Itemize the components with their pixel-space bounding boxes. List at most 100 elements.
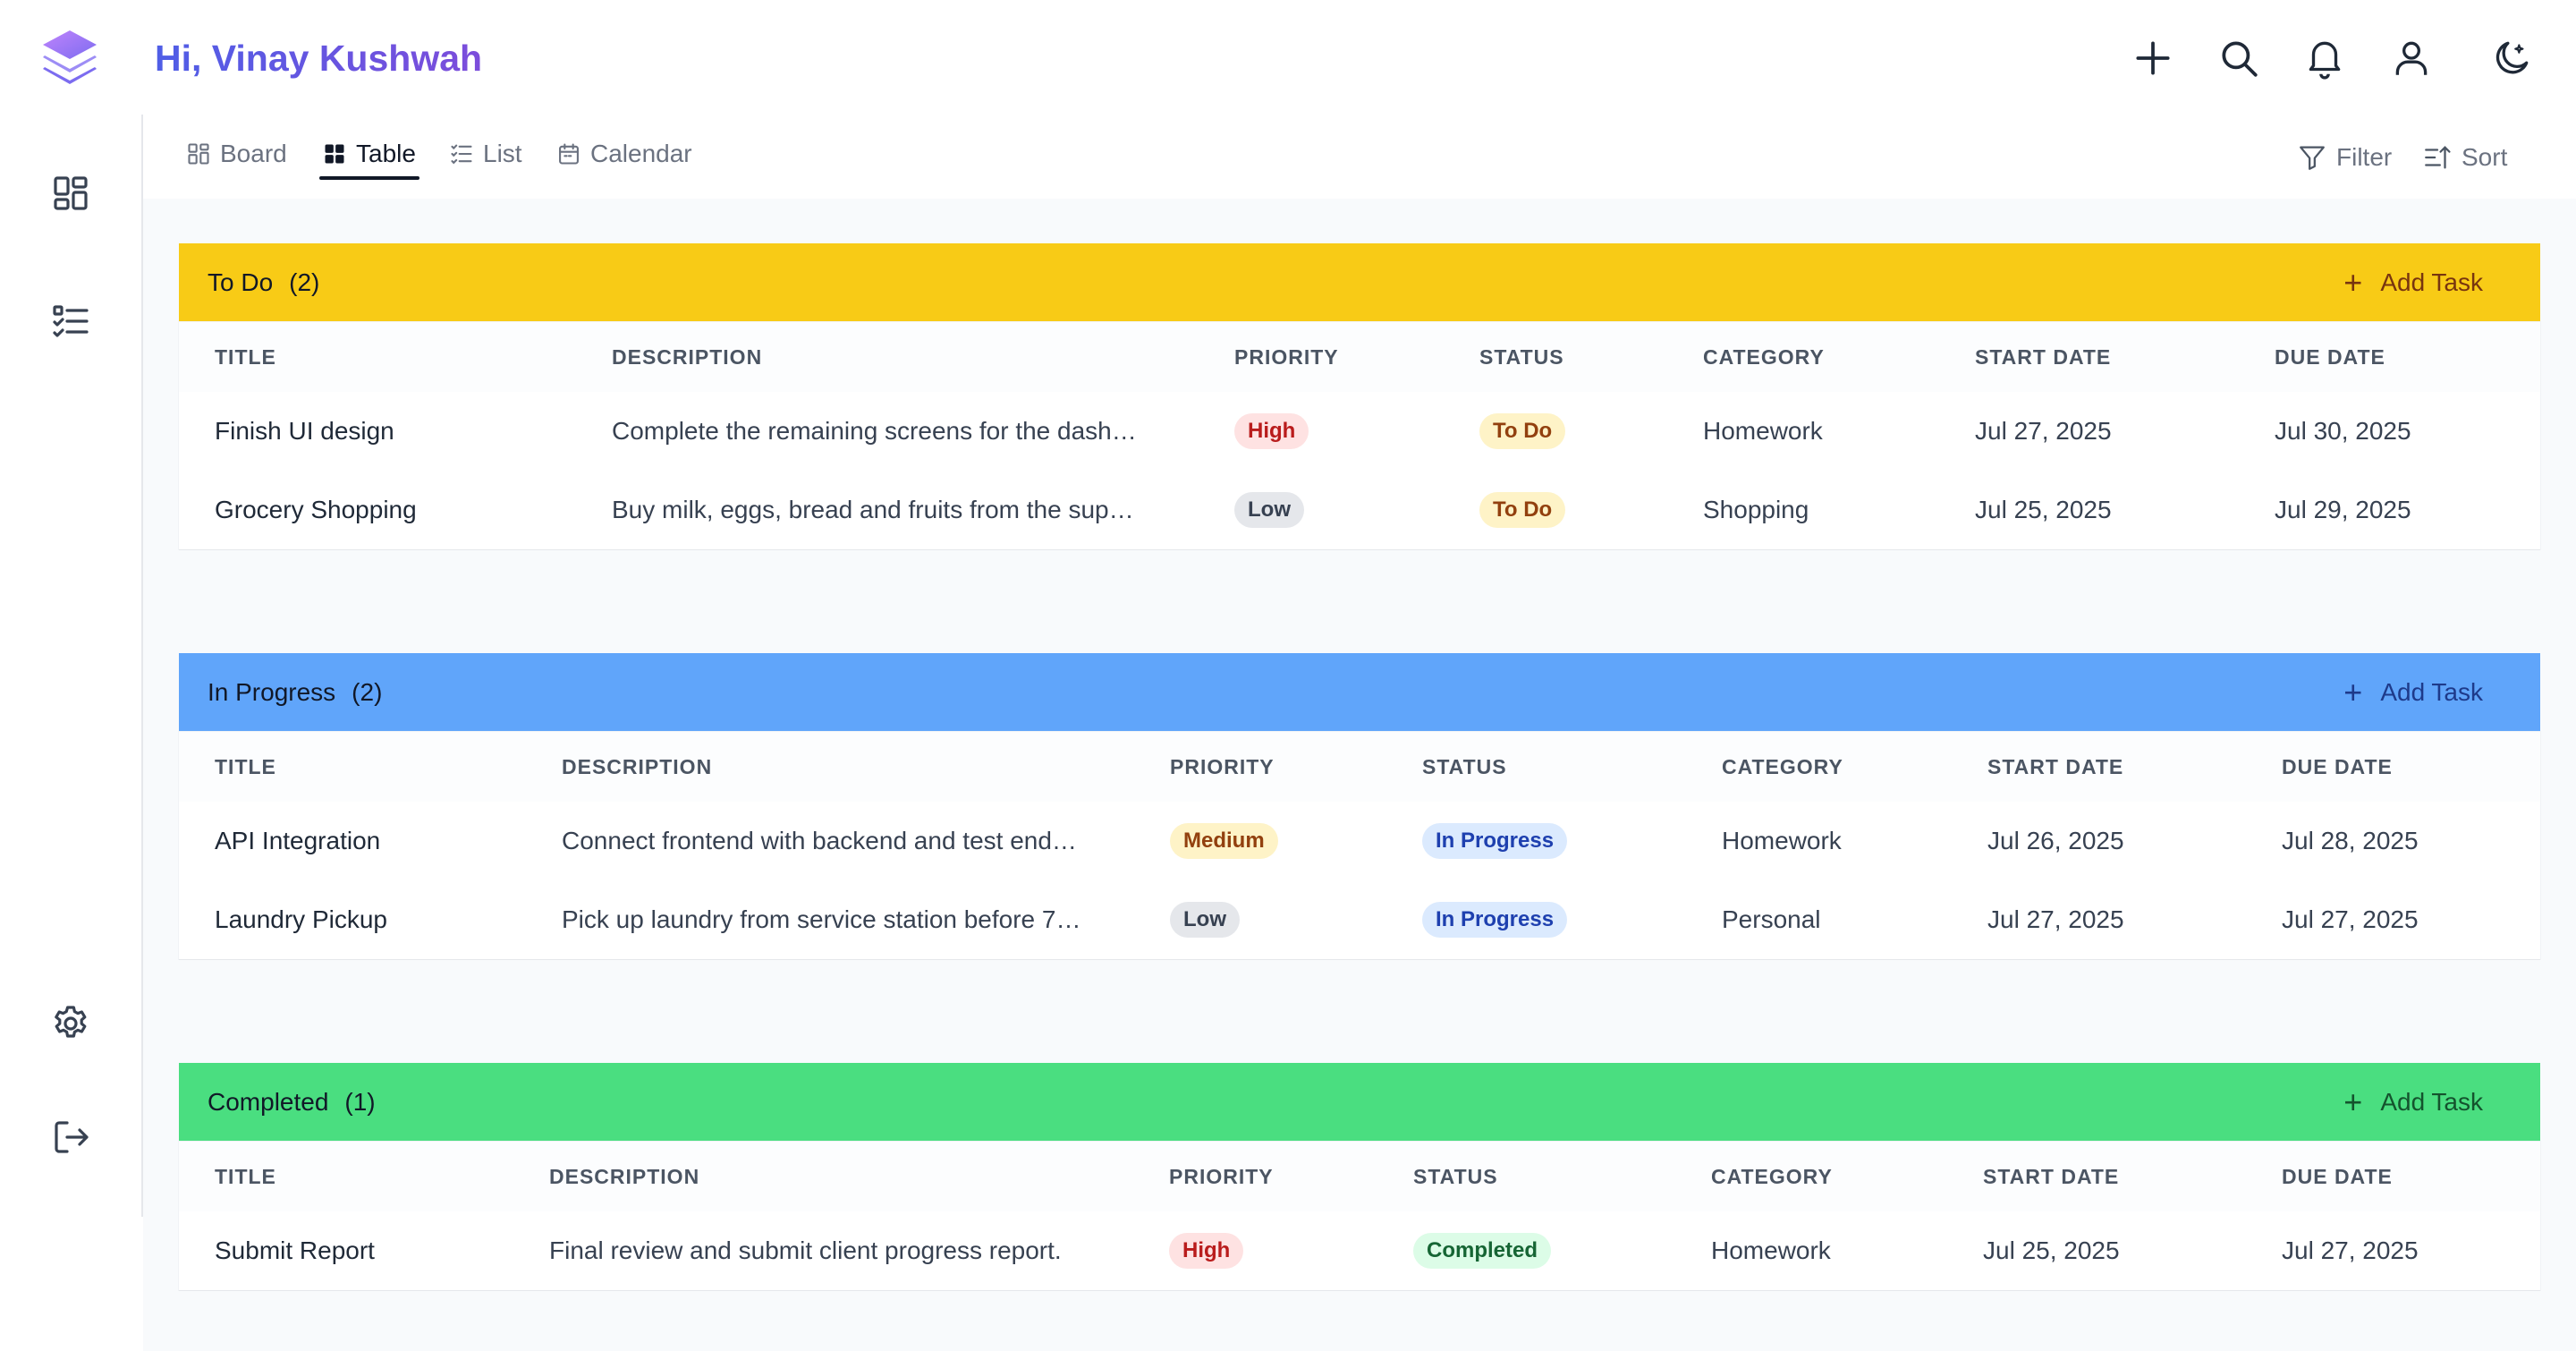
filter-button[interactable]: Filter: [2297, 140, 2392, 175]
column-header: CATEGORY: [1703, 344, 1825, 369]
greeting-title: Hi, Vinay Kushwah: [155, 38, 483, 79]
layers-logo-icon: [39, 27, 100, 89]
cell-category: Personal: [1722, 905, 1821, 933]
table-row[interactable]: API Integration Connect frontend with bac…: [179, 802, 2540, 880]
cell-category: Shopping: [1703, 496, 1809, 523]
group-name: Completed: [208, 1088, 329, 1116]
cell-priority: Low: [1170, 880, 1240, 959]
settings-gear-icon[interactable]: [49, 1002, 92, 1045]
column-header: DESCRIPTION: [612, 344, 763, 369]
cell-priority: Medium: [1170, 802, 1278, 880]
tab-board[interactable]: Board: [186, 127, 287, 181]
table-header-row: TITLE DESCRIPTION PRIORITY STATUS CATEGORY ST…: [179, 732, 2540, 802]
tab-list[interactable]: List: [449, 127, 522, 181]
table-header-row: TITLE DESCRIPTION PRIORITY STATUS CATEGORY ST…: [179, 1142, 2540, 1211]
column-header: PRIORITY: [1170, 754, 1275, 778]
cell-due-date: Jul 30, 2025: [2275, 417, 2411, 445]
task-table-to-do: TITLE DESCRIPTION PRIORITY STATUS CATEGORY ST…: [179, 322, 2540, 549]
cell-start-date: Jul 25, 2025: [1975, 496, 2112, 523]
logout-icon[interactable]: [49, 1116, 92, 1159]
user-icon[interactable]: [2389, 36, 2434, 81]
table-row[interactable]: Finish UI design Complete the remaining s…: [179, 392, 2540, 471]
column-header: STATUS: [1479, 344, 1564, 369]
tab-calendar-label: Calendar: [590, 140, 692, 167]
group-count: (1): [344, 1088, 376, 1116]
task-list-icon[interactable]: [49, 300, 92, 343]
column-header: PRIORITY: [1234, 344, 1339, 369]
tab-calendar[interactable]: Calendar: [556, 127, 692, 181]
dashboard-grid-icon[interactable]: [49, 172, 92, 215]
group-name: To Do: [208, 268, 274, 296]
table-row[interactable]: Submit Report Final review and submit cli…: [179, 1211, 2540, 1290]
bell-icon[interactable]: [2302, 36, 2347, 81]
column-header: CATEGORY: [1722, 754, 1843, 778]
priority-badge: Low: [1234, 492, 1304, 528]
status-badge: Completed: [1413, 1233, 1552, 1269]
column-header: TITLE: [215, 754, 276, 778]
filter-icon: [2300, 146, 2325, 170]
list-icon: [451, 144, 472, 165]
cell-category: Homework: [1703, 417, 1823, 445]
sort-button[interactable]: Sort: [2422, 140, 2507, 175]
cell-due-date: Jul 27, 2025: [2282, 905, 2419, 933]
plus-icon[interactable]: [2131, 36, 2175, 81]
cell-priority: High: [1234, 392, 1309, 471]
column-header: DESCRIPTION: [549, 1164, 700, 1188]
group-header-completed: Completed (1) + Add Task: [179, 1063, 2540, 1142]
add-task-button[interactable]: + Add Task: [2343, 243, 2483, 322]
group-header-in-progress: In Progress (2) + Add Task: [179, 653, 2540, 732]
cell-priority: Low: [1234, 471, 1304, 549]
plus-icon: +: [2343, 264, 2363, 301]
cell-status: Completed: [1413, 1211, 1552, 1290]
table-row[interactable]: Laundry Pickup Pick up laundry from servi…: [179, 880, 2540, 959]
cell-due-date: Jul 29, 2025: [2275, 496, 2411, 523]
add-task-label: Add Task: [2380, 678, 2483, 706]
moon-icon[interactable]: [2489, 36, 2534, 81]
column-header: START DATE: [1975, 344, 2112, 369]
add-task-label: Add Task: [2380, 1088, 2483, 1116]
cell-due-date: Jul 27, 2025: [2282, 1236, 2419, 1264]
cell-start-date: Jul 25, 2025: [1983, 1236, 2120, 1264]
tab-list-label: List: [483, 140, 522, 167]
group-header-to-do: To Do (2) + Add Task: [179, 243, 2540, 322]
priority-badge: Low: [1170, 902, 1240, 938]
sidebar: [0, 115, 143, 1217]
table-icon: [325, 144, 344, 164]
cell-status: In Progress: [1422, 802, 1568, 880]
cell-status: To Do: [1479, 392, 1566, 471]
column-header: START DATE: [1983, 1164, 2120, 1188]
top-bar: Hi, Vinay Kushwah: [0, 0, 2576, 115]
cell-description: Pick up laundry from service station bef…: [562, 905, 1081, 933]
cell-description: Buy milk, eggs, bread and fruits from th…: [612, 496, 1134, 523]
tab-table[interactable]: Table: [322, 127, 416, 181]
cell-priority: High: [1169, 1211, 1244, 1290]
add-task-button[interactable]: + Add Task: [2343, 1063, 2483, 1142]
column-header: PRIORITY: [1169, 1164, 1274, 1188]
column-header: CATEGORY: [1711, 1164, 1833, 1188]
plus-icon: +: [2343, 674, 2363, 710]
add-task-label: Add Task: [2380, 268, 2483, 296]
status-badge: In Progress: [1422, 823, 1568, 859]
cell-category: Homework: [1711, 1236, 1831, 1264]
column-header: DUE DATE: [2275, 344, 2385, 369]
column-header: TITLE: [215, 344, 276, 369]
tab-board-label: Board: [220, 140, 287, 167]
calendar-icon: [559, 143, 579, 165]
table-header-row: TITLE DESCRIPTION PRIORITY STATUS CATEGORY ST…: [179, 322, 2540, 392]
cell-title: Submit Report: [215, 1236, 375, 1264]
task-table-completed: TITLE DESCRIPTION PRIORITY STATUS CATEGORY ST…: [179, 1142, 2540, 1290]
column-header: START DATE: [1987, 754, 2124, 778]
plus-icon: +: [2343, 1083, 2363, 1120]
cell-title: API Integration: [215, 827, 381, 854]
add-task-button[interactable]: + Add Task: [2343, 653, 2483, 732]
column-header: DUE DATE: [2282, 754, 2393, 778]
group-count: (2): [352, 678, 383, 706]
table-row[interactable]: Grocery Shopping Buy milk, eggs, bread an…: [179, 471, 2540, 549]
priority-badge: High: [1234, 413, 1309, 449]
column-header: STATUS: [1413, 1164, 1498, 1188]
board-icon: [188, 143, 209, 165]
cell-start-date: Jul 27, 2025: [1975, 417, 2112, 445]
priority-badge: Medium: [1170, 823, 1278, 859]
search-icon[interactable]: [2216, 36, 2261, 81]
status-badge: To Do: [1479, 492, 1566, 528]
